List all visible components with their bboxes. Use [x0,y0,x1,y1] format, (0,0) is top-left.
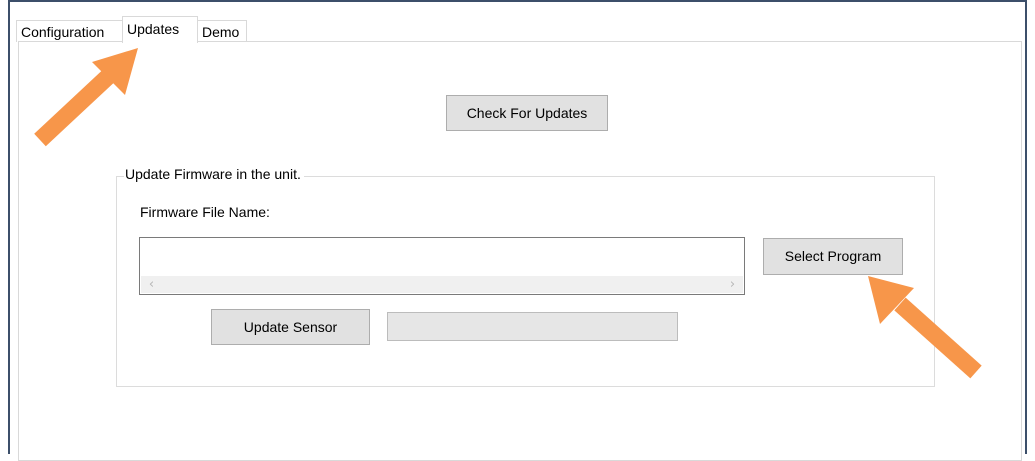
firmware-file-name-field[interactable]: ‹ › [139,237,745,295]
tab-demo[interactable]: Demo [197,20,247,42]
annotation-arrow-icon [868,276,982,379]
update-sensor-button[interactable]: Update Sensor [211,309,370,345]
firmware-file-name-label: Firmware File Name: [140,204,270,220]
annotation-arrow-icon [34,48,138,147]
check-for-updates-button[interactable]: Check For Updates [446,95,608,131]
tab-configuration[interactable]: Configuration [16,20,123,42]
update-progress-bar [387,312,678,341]
tab-updates[interactable]: Updates [122,16,198,43]
horizontal-scrollbar[interactable]: ‹ › [141,276,743,293]
scroll-left-icon[interactable]: ‹ [143,276,160,293]
scroll-right-icon[interactable]: › [724,276,741,293]
